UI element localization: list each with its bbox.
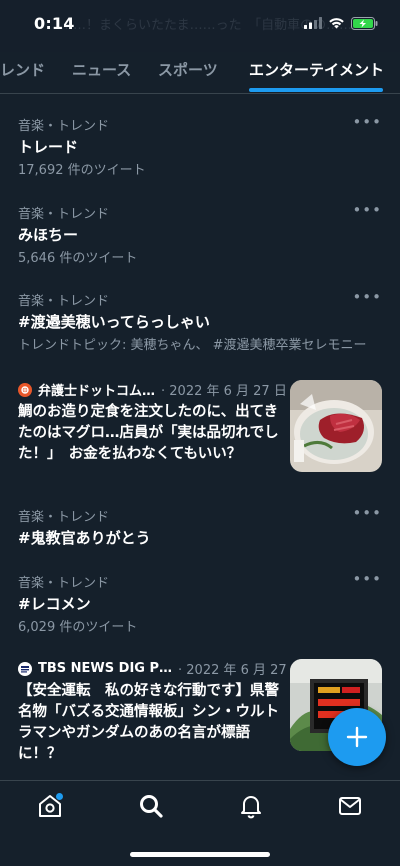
news-headline: 鯛のお造り定食を注文したのに、出てきたのはマグロ…店員が「実は品切れでした！」 … <box>18 404 279 462</box>
trend-category: 音楽・トレンド <box>18 294 110 309</box>
source-logo-icon <box>18 382 32 397</box>
tab-trending[interactable]: レンド <box>0 52 45 93</box>
trend-title: #鬼教官ありがとう <box>18 529 151 547</box>
trend-item[interactable]: 音楽・トレンド みほちー 5,646 件のツイート ••• <box>0 201 400 269</box>
more-options-icon[interactable]: ••• <box>352 570 382 588</box>
news-source: TBS NEWS DIG P… <box>38 661 173 676</box>
trend-category: 音楽・トレンド <box>18 510 110 525</box>
compose-plus-icon <box>346 726 368 748</box>
wifi-icon <box>329 18 344 29</box>
home-notification-dot <box>56 793 63 800</box>
battery-charging-icon <box>351 16 378 30</box>
status-time: 0:14 <box>34 13 75 33</box>
trend-item[interactable]: 音楽・トレンド #渡邉美穂いってらっしゃい トレンドトピック: 美穂ちゃん、 #… <box>0 288 400 356</box>
trend-title: #渡邉美穂いってらっしゃい <box>18 313 210 331</box>
more-options-icon[interactable]: ••• <box>352 504 382 522</box>
status-bar: 0:14 <box>0 0 400 46</box>
trend-tweet-count: 17,692 件のツイート <box>18 163 146 178</box>
explore-tabs: レンド ニュース スポーツ エンターテイメント <box>0 52 400 94</box>
trend-item[interactable]: 音楽・トレンド #レコメン 6,029 件のツイート ••• <box>0 570 400 638</box>
tab-entertainment[interactable]: エンターテイメント <box>249 52 384 93</box>
search-icon[interactable] <box>138 793 164 819</box>
source-logo-icon <box>18 661 32 676</box>
trend-title: みほちー <box>18 226 79 244</box>
trend-title: #レコメン <box>18 595 91 613</box>
trend-title: トレード <box>18 138 79 156</box>
tab-sports[interactable]: スポーツ <box>158 52 218 93</box>
more-options-icon[interactable]: ••• <box>352 288 382 306</box>
trend-tweet-count: 5,646 件のツイート <box>18 251 138 266</box>
compose-tweet-button[interactable] <box>328 708 386 766</box>
tab-news[interactable]: ニュース <box>72 52 131 93</box>
home-indicator-bar <box>130 852 270 857</box>
trend-category: 音楽・トレンド <box>18 207 110 222</box>
news-headline: 【安全運転 私の好きな行動です】県警名物「バズる交通情報板」シン・ウルトラマンや… <box>18 683 279 762</box>
more-options-icon[interactable]: ••• <box>352 113 382 131</box>
trend-category: 音楽・トレンド <box>18 576 110 591</box>
active-tab-indicator <box>249 88 383 92</box>
trend-item[interactable]: 音楽・トレンド トレード 17,692 件のツイート ••• <box>0 113 400 181</box>
trend-category: 音楽・トレンド <box>18 119 110 134</box>
news-item[interactable]: 弁護士ドットコム… · 2022 年 6 月 27 日 鯛のお造り定食を注文した… <box>0 380 400 476</box>
news-source: 弁護士ドットコム… <box>38 384 156 399</box>
news-header: 弁護士ドットコム… · 2022 年 6 月 27 日 <box>18 380 287 399</box>
trend-item[interactable]: 音楽・トレンド #鬼教官ありがとう ••• <box>0 504 400 552</box>
cellular-signal-icon <box>304 17 322 29</box>
trend-topic: トレンドトピック: 美穂ちゃん、 #渡邉美穂卒業セレモニー <box>18 338 367 353</box>
news-date: · 2022 年 6 月 27 日 <box>178 663 304 678</box>
trend-tweet-count: 6,029 件のツイート <box>18 620 138 635</box>
more-options-icon[interactable]: ••• <box>352 201 382 219</box>
notifications-icon[interactable] <box>238 793 264 819</box>
news-header: TBS NEWS DIG P… · 2022 年 6 月 27 日 <box>18 659 304 678</box>
status-icons <box>304 16 378 30</box>
messages-icon[interactable] <box>337 793 363 819</box>
news-thumbnail-image <box>290 380 382 472</box>
news-date: · 2022 年 6 月 27 日 <box>161 384 287 399</box>
